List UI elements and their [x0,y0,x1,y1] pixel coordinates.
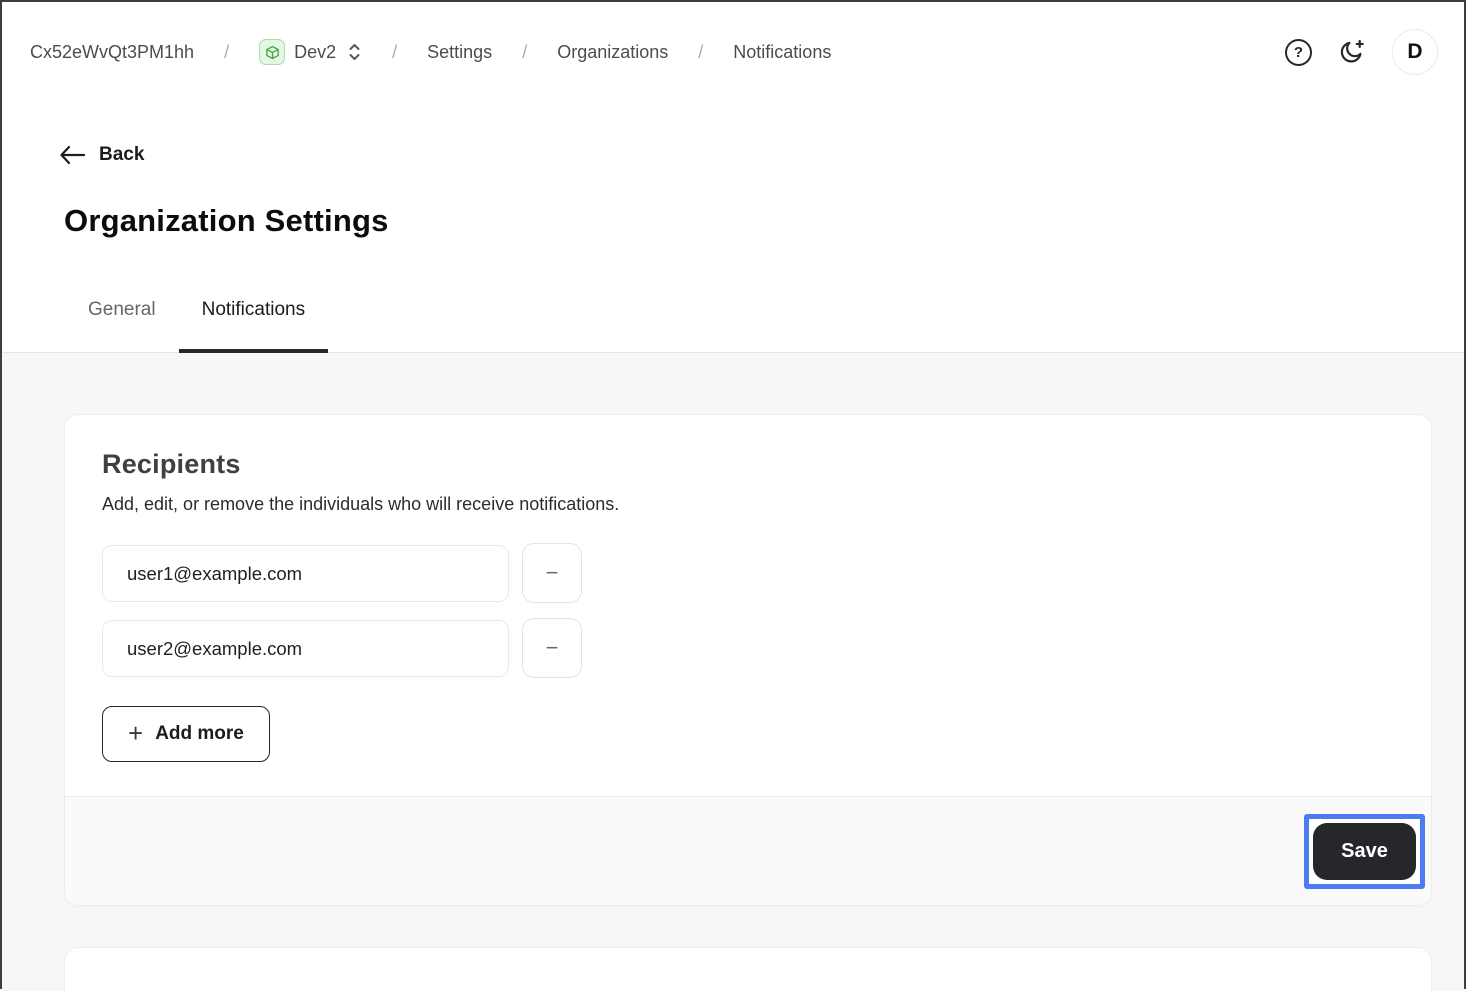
user-avatar[interactable]: D [1392,29,1438,75]
recipient-email-input-1[interactable] [102,545,509,602]
topbar-actions: ? D [1285,29,1438,75]
remove-recipient-button-1[interactable]: − [522,543,582,603]
environment-cube-icon [259,39,285,65]
recipients-card-body: Recipients Add, edit, or remove the indi… [65,415,1431,796]
remove-recipient-button-2[interactable]: − [522,618,582,678]
plus-icon: + [128,720,143,746]
recipients-card: Recipients Add, edit, or remove the indi… [64,414,1432,906]
recipient-row: − [102,545,1395,603]
breadcrumb: Cx52eWvQt3PM1hh / Dev2 / Settings / Orga… [30,39,831,65]
theme-toggle-button[interactable] [1338,38,1366,66]
next-settings-card [64,947,1432,991]
breadcrumb-environment-selector[interactable]: Dev2 [259,39,362,65]
settings-tabs: General Notifications [65,242,1464,352]
recipients-description: Add, edit, or remove the individuals who… [102,494,1395,515]
content-area: Recipients Add, edit, or remove the indi… [2,353,1464,991]
tab-notifications[interactable]: Notifications [179,242,329,352]
organization-settings-page: { "topbar": { "breadcrumb": { "separator… [0,0,1466,989]
breadcrumb-separator: / [698,42,703,63]
save-button-focus-ring: Save [1304,814,1425,889]
recipient-row: − [102,620,1395,678]
recipients-heading: Recipients [102,449,1395,480]
back-label: Back [99,144,144,166]
recipients-card-footer: Save [65,796,1431,905]
add-more-button[interactable]: + Add more [102,706,270,762]
save-button[interactable]: Save [1313,823,1416,880]
breadcrumb-organizations[interactable]: Organizations [557,42,668,63]
chevron-updown-icon [347,41,362,63]
topbar: Cx52eWvQt3PM1hh / Dev2 / Settings / Orga… [2,2,1464,102]
environment-name: Dev2 [294,42,336,63]
page-header: Back Organization Settings General Notif… [2,102,1464,353]
page-title: Organization Settings [64,200,1464,242]
add-more-label: Add more [155,723,244,745]
recipient-email-input-2[interactable] [102,620,509,677]
breadcrumb-notifications[interactable]: Notifications [733,42,831,63]
moon-plus-icon [1338,38,1366,66]
breadcrumb-separator: / [224,42,229,63]
breadcrumb-separator: / [392,42,397,63]
breadcrumb-project[interactable]: Cx52eWvQt3PM1hh [30,42,194,63]
breadcrumb-settings[interactable]: Settings [427,42,492,63]
minus-icon: − [546,637,559,659]
back-arrow-icon [59,145,86,165]
tab-general[interactable]: General [65,242,179,352]
back-link[interactable]: Back [59,142,144,168]
breadcrumb-separator: / [522,42,527,63]
help-button[interactable]: ? [1285,39,1312,66]
question-mark-icon: ? [1285,39,1312,66]
minus-icon: − [546,562,559,584]
